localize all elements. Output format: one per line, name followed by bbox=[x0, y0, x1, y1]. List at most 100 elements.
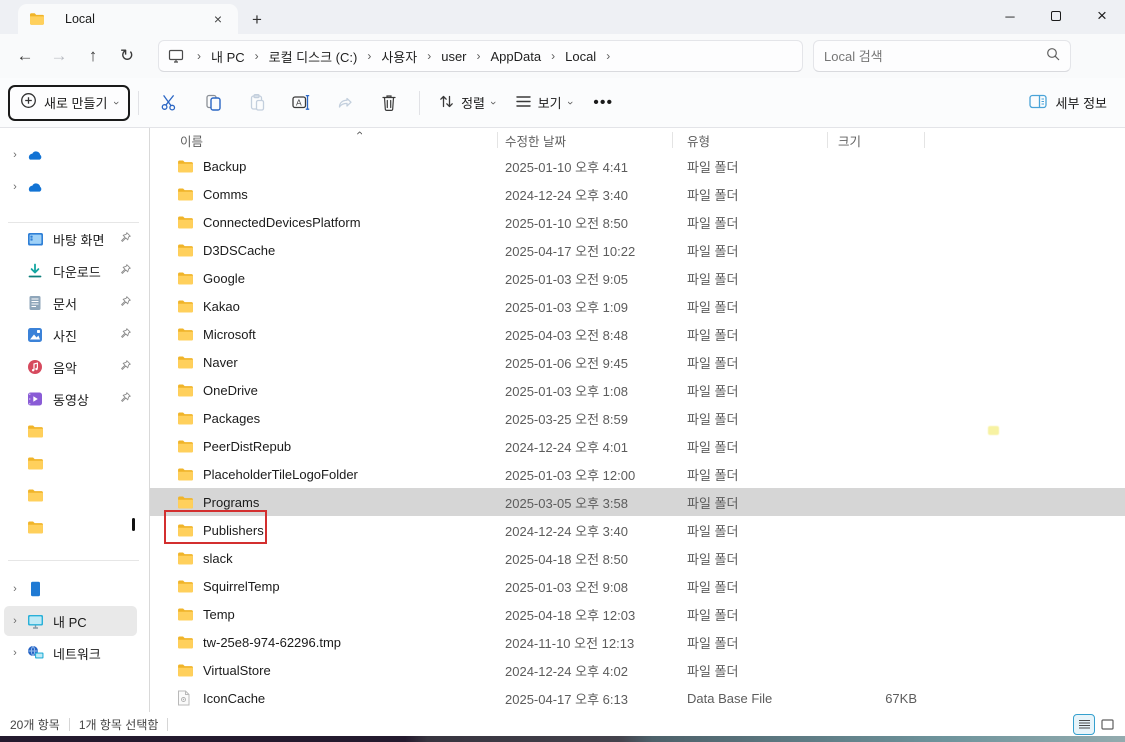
file-row[interactable]: D3DSCache 2025-04-17 오전 10:22 파일 폴더 bbox=[150, 236, 1125, 264]
file-name-cell: Kakao bbox=[150, 292, 497, 320]
file-row[interactable]: Temp 2025-04-18 오후 12:03 파일 폴더 bbox=[150, 600, 1125, 628]
breadcrumb-local[interactable]: Local bbox=[558, 46, 603, 67]
sidebar-item-phone[interactable]: › bbox=[4, 574, 137, 604]
sidebar-item-desktop[interactable]: 바탕 화면 bbox=[4, 224, 137, 254]
delete-button[interactable] bbox=[367, 93, 411, 112]
sidebar-item-music[interactable]: 음악 bbox=[4, 352, 137, 382]
sidebar-item-folder[interactable] bbox=[4, 448, 137, 478]
chevron-expand-icon[interactable]: › bbox=[4, 583, 26, 595]
file-row[interactable]: PlaceholderTileLogoFolder 2025-01-03 오후 1… bbox=[150, 460, 1125, 488]
file-type: 파일 폴더 bbox=[687, 607, 739, 623]
new-tab-button[interactable]: + bbox=[252, 10, 262, 30]
music-icon bbox=[26, 358, 44, 376]
folder-icon bbox=[177, 411, 194, 426]
search-input[interactable] bbox=[824, 48, 1046, 64]
thumbnails-view-toggle[interactable] bbox=[1097, 715, 1117, 734]
column-header-size[interactable]: 크기 bbox=[827, 128, 925, 152]
folder-icon bbox=[177, 355, 194, 370]
file-row[interactable]: ConnectedDevicesPlatform 2025-01-10 오전 8:… bbox=[150, 208, 1125, 236]
sort-arrows-icon bbox=[438, 93, 455, 113]
chevron-right-icon: › bbox=[197, 49, 201, 63]
sidebar-item-network[interactable]: › 네트워크 bbox=[4, 638, 137, 668]
folder-icon bbox=[177, 467, 194, 482]
file-row[interactable]: Packages 2025-03-25 오전 8:59 파일 폴더 bbox=[150, 404, 1125, 432]
file-type: 파일 폴더 bbox=[687, 187, 739, 203]
file-row[interactable]: Programs 2025-03-05 오후 3:58 파일 폴더 bbox=[150, 488, 1125, 516]
see-more-button[interactable]: ••• bbox=[581, 94, 625, 112]
file-date-modified: 2024-12-24 오후 4:01 bbox=[505, 439, 628, 455]
chevron-expand-icon[interactable]: › bbox=[4, 181, 26, 193]
refresh-button[interactable]: ↻ bbox=[110, 46, 144, 66]
file-size bbox=[827, 180, 925, 208]
sidebar-item-videos[interactable]: 동영상 bbox=[4, 384, 137, 414]
status-divider bbox=[167, 718, 169, 731]
file-row[interactable]: Backup 2025-01-10 오후 4:41 파일 폴더 bbox=[150, 152, 1125, 180]
sidebar-item-my-pc[interactable]: › 내 PC bbox=[4, 606, 137, 636]
new-button[interactable]: 새로 만들기 › bbox=[8, 84, 131, 121]
sort-button[interactable]: 정렬 › bbox=[428, 85, 505, 121]
folder-icon bbox=[26, 486, 44, 504]
sidebar-item-folder[interactable] bbox=[4, 512, 137, 542]
file-row[interactable]: SquirrelTemp 2025-01-03 오전 9:08 파일 폴더 bbox=[150, 572, 1125, 600]
breadcrumb-users[interactable]: 사용자 bbox=[374, 44, 424, 69]
file-row[interactable]: slack 2025-04-18 오전 8:50 파일 폴더 bbox=[150, 544, 1125, 572]
file-size: 67KB bbox=[885, 690, 917, 706]
file-row[interactable]: Kakao 2025-01-03 오후 1:09 파일 폴더 bbox=[150, 292, 1125, 320]
breadcrumb-appdata[interactable]: AppData bbox=[484, 46, 549, 67]
close-button[interactable]: × bbox=[1079, 6, 1125, 26]
details-view-toggle[interactable] bbox=[1073, 714, 1095, 735]
sidebar-item-onedrive[interactable]: › bbox=[4, 140, 137, 170]
file-type: 파일 폴더 bbox=[687, 579, 739, 595]
file-size bbox=[827, 376, 925, 404]
file-row[interactable]: Google 2025-01-03 오전 9:05 파일 폴더 bbox=[150, 264, 1125, 292]
file-row[interactable]: tw-25e8-974-62296.tmp 2024-11-10 오전 12:13… bbox=[150, 628, 1125, 656]
copy-button[interactable] bbox=[191, 93, 235, 112]
file-name-cell: Microsoft bbox=[150, 320, 497, 348]
rename-button[interactable]: A bbox=[279, 93, 323, 112]
column-header-type[interactable]: 유형 bbox=[672, 128, 827, 152]
cut-button[interactable] bbox=[147, 93, 191, 112]
minimize-button[interactable]: ─ bbox=[987, 9, 1033, 24]
file-row[interactable]: IconCache 2025-04-17 오후 6:13 Data Base Fil… bbox=[150, 684, 1125, 712]
breadcrumb-user[interactable]: user bbox=[434, 46, 473, 67]
address-bar[interactable]: › 내 PC › 로컬 디스크 (C:) › 사용자 › user › AppD… bbox=[158, 40, 803, 72]
search-icon[interactable] bbox=[1046, 47, 1060, 66]
tab-close-icon[interactable]: × bbox=[208, 11, 228, 27]
column-header-name[interactable]: 이름 › bbox=[150, 128, 497, 152]
file-explorer-window: Local × + ─ × ← → ↑ ↻ › 내 PC › 로컬 디스크 (C… bbox=[0, 0, 1125, 742]
file-date-modified: 2025-04-17 오후 6:13 bbox=[505, 691, 628, 707]
sidebar-item-pictures[interactable]: 사진 bbox=[4, 320, 137, 350]
chevron-right-icon: › bbox=[551, 49, 556, 63]
sidebar-item-onedrive[interactable]: › bbox=[4, 172, 137, 202]
file-name: Kakao bbox=[203, 298, 240, 314]
chevron-expand-icon[interactable]: › bbox=[4, 149, 26, 161]
status-divider bbox=[68, 718, 70, 731]
sidebar-scrollbar-thumb[interactable] bbox=[132, 518, 135, 531]
file-row[interactable]: OneDrive 2025-01-03 오후 1:08 파일 폴더 bbox=[150, 376, 1125, 404]
file-row[interactable]: Naver 2025-01-06 오전 9:45 파일 폴더 bbox=[150, 348, 1125, 376]
file-row[interactable]: Microsoft 2025-04-03 오전 8:48 파일 폴더 bbox=[150, 320, 1125, 348]
file-row[interactable]: Publishers 2024-12-24 오후 3:40 파일 폴더 bbox=[150, 516, 1125, 544]
file-type: 파일 폴더 bbox=[687, 299, 739, 315]
breadcrumb-local-disk-c[interactable]: 로컬 디스크 (C:) bbox=[262, 44, 365, 69]
up-button[interactable]: ↑ bbox=[76, 46, 110, 66]
file-row[interactable]: VirtualStore 2024-12-24 오후 4:02 파일 폴더 bbox=[150, 656, 1125, 684]
maximize-button[interactable] bbox=[1033, 9, 1079, 24]
chevron-expand-icon[interactable]: › bbox=[4, 615, 26, 627]
back-button[interactable]: ← bbox=[8, 46, 42, 66]
view-button[interactable]: 보기 › bbox=[505, 85, 582, 121]
column-header-date-modified[interactable]: 수정한 날짜 bbox=[497, 128, 672, 152]
folder-icon bbox=[177, 495, 194, 510]
file-row[interactable]: PeerDistRepub 2024-12-24 오후 4:01 파일 폴더 bbox=[150, 432, 1125, 460]
chevron-expand-icon[interactable]: › bbox=[4, 647, 26, 659]
breadcrumb-my-pc[interactable]: 내 PC bbox=[204, 44, 252, 69]
sidebar-item-documents[interactable]: 문서 bbox=[4, 288, 137, 318]
file-date-modified: 2025-01-03 오전 9:08 bbox=[505, 579, 628, 595]
sidebar-item-folder[interactable] bbox=[4, 480, 137, 510]
sidebar-item-folder[interactable] bbox=[4, 416, 137, 446]
details-pane-button[interactable]: 세부 정보 bbox=[1028, 93, 1107, 112]
explorer-tab[interactable]: Local × bbox=[18, 4, 238, 34]
file-name: Packages bbox=[203, 410, 261, 426]
file-row[interactable]: Comms 2024-12-24 오후 3:40 파일 폴더 bbox=[150, 180, 1125, 208]
sidebar-item-downloads[interactable]: 다운로드 bbox=[4, 256, 137, 286]
